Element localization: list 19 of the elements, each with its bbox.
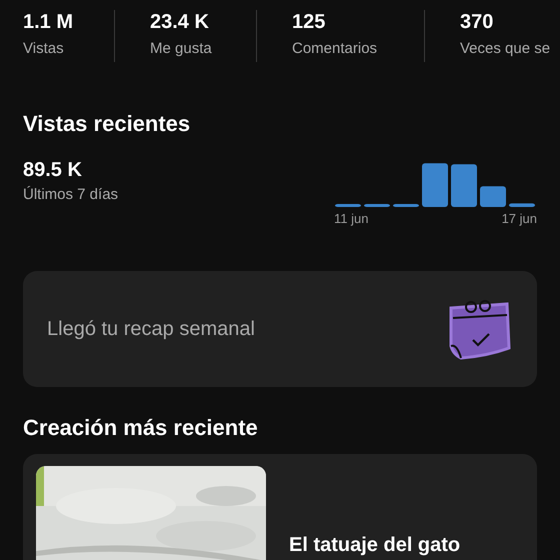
recap-card[interactable]: Llegó tu recap semanal — [23, 270, 537, 386]
video-card[interactable]: El tatuaje del gato — [23, 454, 537, 560]
calendar-check-icon — [447, 298, 511, 360]
axis-label: 11 jun — [334, 210, 368, 228]
section-title: Vistas recientes — [23, 110, 190, 138]
stat-value: 125 — [292, 10, 326, 34]
stat-label: Me gusta — [150, 39, 213, 59]
views-value: 89.5 K — [23, 158, 82, 182]
stat-label: Comentarios — [292, 39, 378, 59]
stat-label: Veces que se — [460, 39, 552, 59]
recap-text: Llegó tu recap semanal — [47, 316, 255, 342]
stat-label: Vistas — [23, 39, 65, 59]
section-title: Creación más reciente — [23, 414, 258, 442]
stat-value: 23.4 K — [150, 10, 210, 34]
stat-value: 370 — [460, 10, 494, 34]
stat-value: 1.1 M — [23, 10, 74, 34]
video-title: El tatuaje del gato — [289, 534, 460, 556]
views-period: Últimos 7 días — [23, 185, 118, 205]
axis-label: 17 jun — [502, 210, 537, 228]
